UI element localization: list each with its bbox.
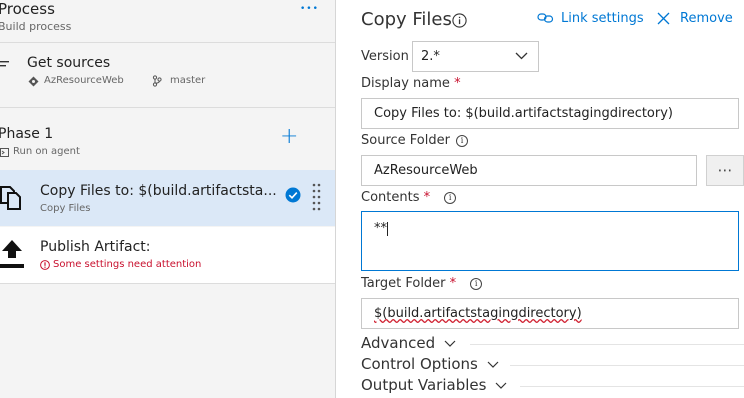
remove-button[interactable]: Remove [680, 11, 733, 26]
link-icon[interactable] [537, 12, 554, 24]
divider [520, 386, 744, 387]
drag-handle-icon[interactable] [312, 182, 321, 212]
display-name-value: Copy Files to: $(build.artifactstagingdi… [374, 106, 673, 121]
divider [470, 344, 744, 345]
source-folder-input[interactable]: AzResourceWeb [361, 155, 697, 186]
task-publish-artifact[interactable]: Publish Artifact: Some settings need att… [0, 227, 335, 283]
repo-icon [28, 76, 39, 87]
info-icon[interactable]: i [455, 134, 468, 147]
process-subtitle: Build process [0, 20, 72, 33]
chevron-down-icon [444, 340, 456, 347]
source-folder-label: Source Folder i [361, 133, 468, 148]
warning-icon [40, 260, 50, 270]
version-label: Version [361, 49, 409, 64]
close-icon[interactable] [657, 12, 670, 25]
more-options-button[interactable]: ••• [300, 4, 319, 14]
chevron-down-icon[interactable] [515, 52, 528, 60]
task-warning-text: Some settings need attention [53, 259, 202, 270]
required-marker: * [454, 76, 461, 91]
section-control-options[interactable]: Control Options [361, 355, 499, 373]
required-marker: * [449, 276, 457, 291]
version-value: 2.* [421, 49, 440, 64]
target-folder-label: Target Folder * i [361, 276, 483, 291]
branch-name: master [170, 75, 206, 86]
phase-title: Phase 1 [0, 126, 54, 142]
divider [510, 365, 744, 366]
task-enabled-check-icon[interactable] [285, 187, 301, 203]
contents-textarea[interactable]: ** [361, 211, 739, 271]
process-pane: Process Build process ••• Get sources Az… [0, 0, 336, 398]
required-marker: * [423, 190, 431, 205]
sources-icon [0, 61, 9, 67]
info-icon[interactable]: i [444, 191, 457, 204]
add-task-button[interactable]: + [280, 126, 298, 148]
browse-button[interactable]: ⋯ [706, 155, 744, 186]
target-folder-input[interactable]: $(build.artifactstagingdirectory) [361, 298, 739, 329]
source-folder-value: AzResourceWeb [374, 163, 478, 178]
phase-row[interactable]: Phase 1 Run on agent + [0, 108, 335, 170]
copy-files-icon [0, 186, 21, 210]
info-icon[interactable]: i [470, 277, 483, 290]
task-subtitle: Copy Files [40, 203, 91, 214]
section-output-variables[interactable]: Output Variables [361, 376, 507, 394]
info-icon[interactable] [452, 13, 467, 28]
target-folder-value: $(build.artifactstagingdirectory) [374, 306, 582, 321]
get-sources-title: Get sources [27, 55, 111, 71]
phase-subtitle: Run on agent [13, 146, 80, 157]
task-title: Publish Artifact: [40, 239, 151, 255]
link-settings-button[interactable]: Link settings [561, 11, 644, 26]
chevron-down-icon [487, 361, 499, 368]
text-cursor [387, 221, 388, 236]
display-name-label: Display name * [361, 76, 461, 91]
contents-label: Contents * i [361, 190, 457, 205]
panel-title: Copy Files [361, 9, 452, 30]
get-sources-row[interactable]: Get sources AzResourceWeb master [0, 43, 335, 107]
contents-value: ** [374, 221, 387, 236]
branch-icon [152, 75, 162, 87]
divider [0, 283, 335, 284]
chevron-down-icon [495, 382, 507, 389]
agent-icon [0, 148, 9, 157]
repo-name: AzResourceWeb [44, 75, 124, 86]
section-advanced[interactable]: Advanced [361, 334, 456, 352]
task-copy-files[interactable]: Copy Files to: $(build.artifactsta... Co… [0, 170, 335, 226]
display-name-input[interactable]: Copy Files to: $(build.artifactstagingdi… [361, 98, 739, 129]
task-title: Copy Files to: $(build.artifactsta... [40, 183, 277, 199]
upload-icon [0, 240, 24, 268]
process-title: Process [0, 0, 55, 18]
